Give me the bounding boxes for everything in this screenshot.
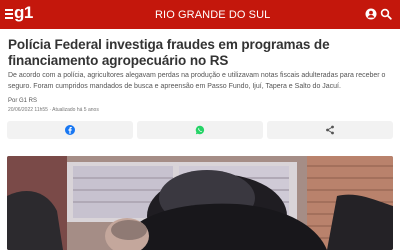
search-icon[interactable] — [380, 8, 392, 20]
user-icon[interactable] — [365, 8, 377, 20]
facebook-icon — [65, 125, 75, 135]
article-date: 20/06/2022 11h55 · Atualizado há 5 anos — [8, 107, 99, 113]
share-whatsapp-button[interactable] — [137, 121, 263, 139]
section-title[interactable]: RIO GRANDE DO SUL — [155, 9, 270, 21]
hamburger-menu-icon[interactable] — [5, 9, 13, 19]
article-lead: De acordo com a polícia, agricultores al… — [8, 72, 386, 90]
g1-logo[interactable]: g1 — [14, 3, 33, 23]
share-generic-button[interactable] — [267, 121, 393, 139]
article-headline: Polícia Federal investiga fraudes em pro… — [8, 37, 330, 68]
share-icon — [326, 125, 334, 135]
whatsapp-icon — [195, 125, 205, 135]
article-byline: Por G1 RS — [8, 98, 38, 104]
top-bar: g1 RIO GRANDE DO SUL — [0, 0, 400, 29]
share-facebook-button[interactable] — [7, 121, 133, 139]
article-photo — [7, 156, 393, 250]
